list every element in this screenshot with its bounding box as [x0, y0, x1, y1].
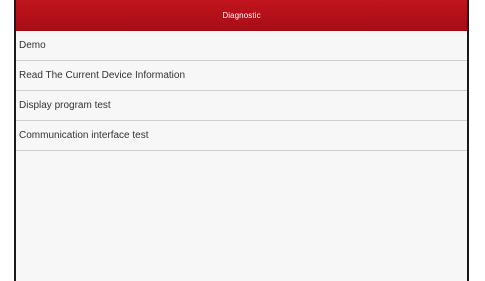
menu-item-label: Read The Current Device Information — [19, 70, 186, 81]
app-window: Diagnostic Demo Read The Current Device … — [14, 0, 469, 281]
menu-item-display-program-test[interactable]: Display program test — [16, 91, 467, 121]
menu-item-demo[interactable]: Demo — [16, 31, 467, 61]
menu-item-communication-interface-test[interactable]: Communication interface test — [16, 121, 467, 151]
menu-item-label: Display program test — [19, 100, 111, 111]
page-title: Diagnostic — [222, 11, 261, 20]
title-bar: Diagnostic — [16, 0, 467, 31]
menu-item-label: Communication interface test — [19, 130, 149, 141]
menu-item-read-device-info[interactable]: Read The Current Device Information — [16, 61, 467, 91]
diagnostic-menu-list: Demo Read The Current Device Information… — [16, 31, 467, 151]
menu-item-label: Demo — [19, 40, 46, 51]
